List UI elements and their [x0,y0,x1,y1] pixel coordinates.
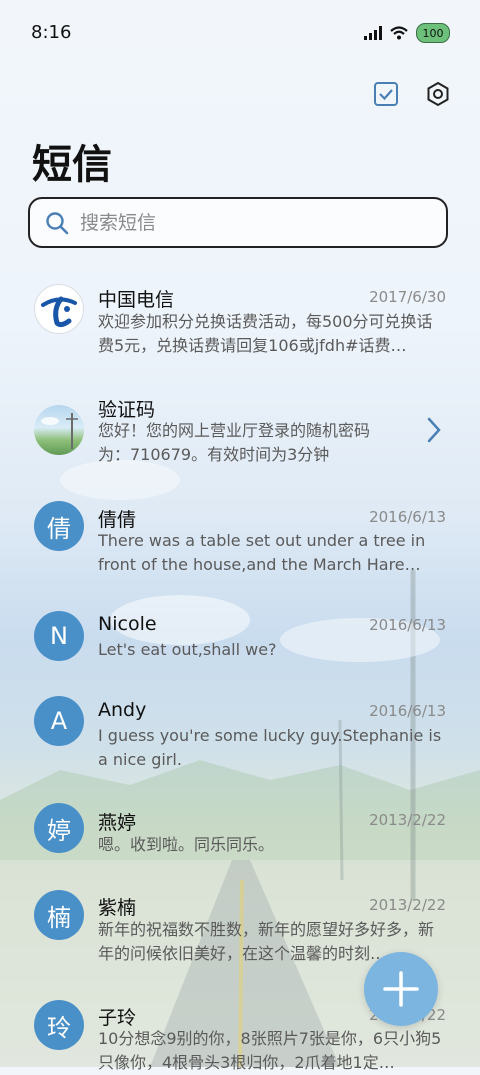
top-actions [370,78,454,110]
avatar [34,405,84,455]
conversation-name: 子玲 [98,1007,137,1029]
search-icon [46,211,69,234]
conversation-date: 2013/2/22 [369,896,446,914]
avatar: N [34,611,84,661]
conversation-name: Andy [98,699,147,721]
status-bar: 8:16 100 [0,0,480,68]
conversation-preview: I guess you're some lucky guy.Stephanie … [98,726,442,769]
china-telecom-logo-icon [41,296,77,328]
avatar: 楠 [34,890,84,940]
conversation-preview: There was a table set out under a tree i… [98,531,426,574]
status-icons: 100 [364,22,450,44]
checkbox-icon [374,82,398,106]
conversation-item[interactable]: N Nicole 2016/6/13 Let's eat out,shall w… [0,605,480,675]
avatar: 婷 [34,803,84,853]
conversation-date: 2016/6/13 [369,508,446,526]
avatar: 玲 [34,1000,84,1050]
signal-icon [364,26,382,40]
status-time: 8:16 [31,22,72,43]
battery-icon: 100 [416,23,450,43]
conversation-item[interactable]: A Andy 2016/6/13 I guess you're some luc… [0,690,480,782]
wifi-icon [390,26,408,40]
conversation-name: Nicole [98,613,157,635]
compose-button[interactable] [364,952,438,1026]
conversation-name: 燕婷 [98,812,137,834]
select-button[interactable] [370,78,402,110]
conversation-item[interactable]: 验证码 您好！您的网上营业厅登录的随机密码为：710679。有效时间为3分钟 [0,385,480,477]
plus-icon [383,971,419,1007]
conversation-preview: Let's eat out,shall we? [98,640,277,659]
avatar [34,284,84,334]
conversation-name: 紫楠 [98,897,137,919]
settings-icon [427,81,449,107]
conversation-date: 2016/6/13 [369,702,446,720]
conversation-date: 2013/2/22 [369,811,446,829]
settings-button[interactable] [422,78,454,110]
search-input[interactable] [78,210,412,235]
conversation-name: 倩倩 [98,509,137,531]
avatar: 倩 [34,501,84,551]
conversation-item[interactable]: 倩 倩倩 2016/6/13 There was a table set out… [0,495,480,587]
conversation-preview: 嗯。收到啦。同乐同乐。 [98,835,275,854]
conversation-name: 中国电信 [98,289,175,311]
avatar: A [34,696,84,746]
conversation-date: 2017/6/30 [369,288,446,306]
conversation-item[interactable]: 中国电信 2017/6/30 欢迎参加积分兑换话费活动，每500分可兑换话费5元… [0,275,480,367]
conversation-preview: 您好！您的网上营业厅登录的随机密码为：710679。有效时间为3分钟 [98,421,371,464]
conversation-date: 2016/6/13 [369,616,446,634]
conversation-preview: 欢迎参加积分兑换话费活动，每500分可兑换话费5元，兑换话费请回复106或jfd… [98,312,433,355]
chevron-right-icon[interactable] [426,417,442,443]
search-bar[interactable] [28,197,448,248]
page-title: 短信 [32,142,112,188]
landscape-avatar-icon [41,413,78,449]
conversation-preview: 10分想念9别的你，8张照片7张是你，6只小狗5只像你，4根骨头3根归你，2爪着… [98,1029,442,1072]
conversation-name: 验证码 [98,399,156,421]
conversation-item[interactable]: 婷 燕婷 2013/2/22 嗯。收到啦。同乐同乐。 [0,800,480,870]
